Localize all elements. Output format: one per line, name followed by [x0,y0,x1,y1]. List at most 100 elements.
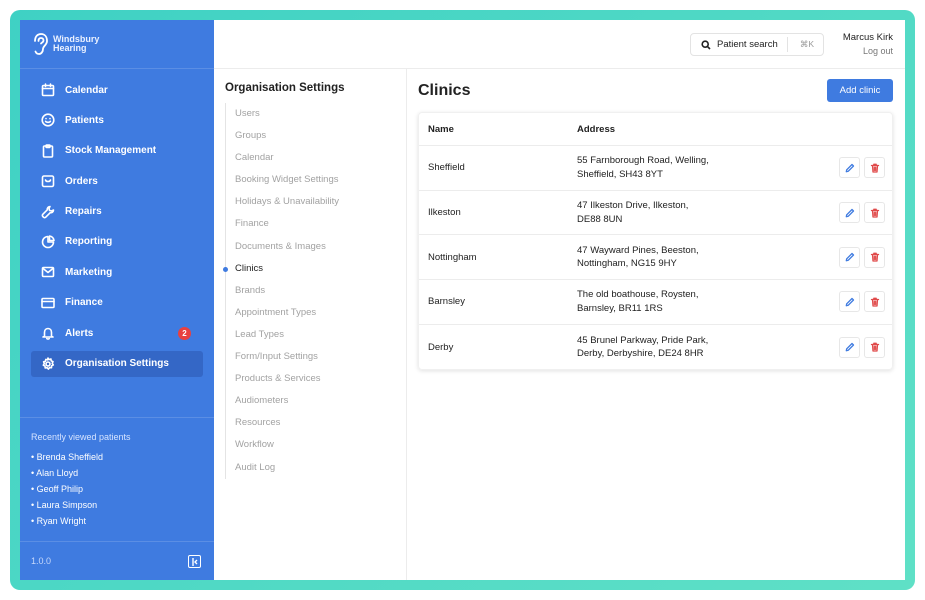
sidebar-item-finance[interactable]: Finance [31,290,203,316]
app-version: 1.0.0 [31,556,52,566]
clinic-name: Derby [419,342,577,353]
settings-item-audiometers[interactable]: Audiometers [226,390,406,412]
search-icon [701,39,711,50]
mail-icon [41,265,55,279]
top-bar: Patient search ⌘K Marcus Kirk Log out [214,20,905,69]
table-header: Name Address [419,113,892,146]
search-label: Patient search [717,39,778,50]
brand-logo[interactable]: Windsbury Hearing [20,20,214,68]
sidebar-item-patients[interactable]: Patients [31,107,203,133]
smile-icon [41,113,55,127]
row-actions [839,336,892,358]
sidebar-item-organisation-settings[interactable]: Organisation Settings [31,350,203,377]
trash-icon [870,252,879,262]
wrench-icon [41,205,55,219]
sidebar-item-calendar[interactable]: Calendar [31,77,203,103]
credit-card-icon [41,296,55,310]
edit-clinic-button[interactable] [839,291,860,313]
pencil-icon [845,208,854,217]
sidebar-item-label: Marketing [65,266,113,278]
gear-icon [41,356,55,371]
edit-clinic-button[interactable] [839,246,860,268]
clinics-header: Clinics Add clinic [418,69,893,112]
edit-clinic-button[interactable] [839,157,860,179]
clinic-name: Sheffield [419,162,577,173]
brand-name: Windsbury Hearing [53,35,99,53]
settings-item-calendar[interactable]: Calendar [226,147,406,169]
user-menu: Marcus Kirk Log out [843,32,893,58]
recent-patient-link[interactable]: • Ryan Wright [31,513,203,529]
content-area: Organisation Settings Users Groups Calen… [214,69,905,580]
recent-patient-link[interactable]: • Brenda Sheffield [31,449,203,465]
search-shortcut: ⌘K [799,39,814,49]
settings-item-brands[interactable]: Brands [226,280,406,302]
recent-patient-link[interactable]: • Laura Simpson [31,497,203,513]
clinic-name-text: Derby [428,341,454,353]
collapse-sidebar-button[interactable] [188,555,201,568]
settings-item-form-input[interactable]: Form/Input Settings [226,346,406,368]
calendar-icon [41,83,55,97]
settings-item-groups[interactable]: Groups [226,125,406,147]
settings-item-booking-widget[interactable]: Booking Widget Settings [226,169,406,191]
logout-link[interactable]: Log out [843,44,893,58]
settings-item-resources[interactable]: Resources [226,412,406,434]
delete-clinic-button[interactable] [864,157,885,179]
address-line-2: Sheffield, SH43 8YT [577,168,663,180]
settings-item-audit-log[interactable]: Audit Log [226,457,406,479]
address-line-1: 47 Wayward Pines, Beeston, [577,244,699,256]
sidebar-item-reporting[interactable]: Reporting [31,229,203,255]
delete-clinic-button[interactable] [864,202,885,224]
settings-item-documents[interactable]: Documents & Images [226,236,406,258]
recent-patient-link[interactable]: • Geoff Philip [31,481,203,497]
add-clinic-button[interactable]: Add clinic [827,79,893,102]
sidebar-item-stock-management[interactable]: Stock Management [31,138,203,164]
recently-viewed-patients: Recently viewed patients • Brenda Sheffi… [31,432,203,529]
sidebar: Windsbury Hearing Calendar Patients Stoc… [20,20,214,580]
delete-clinic-button[interactable] [864,291,885,313]
sidebar-item-marketing[interactable]: Marketing [31,259,203,285]
clinic-name-text: Nottingham [428,251,477,263]
sidebar-item-label: Patients [65,114,104,126]
address-line-1: 47 Ilkeston Drive, Ilkeston, [577,200,689,212]
sidebar-item-label: Alerts [65,327,94,339]
patient-search-button[interactable]: Patient search ⌘K [690,33,824,56]
pencil-icon [845,163,854,173]
recent-patient-link[interactable]: • Alan Lloyd [31,465,203,481]
user-name: Marcus Kirk [842,32,893,43]
trash-icon [870,208,879,218]
edit-clinic-button[interactable] [839,202,860,224]
recent-title: Recently viewed patients [31,432,131,442]
clinic-address: 45 Brunel Parkway, Pride Park, Derby, Der… [577,334,839,361]
pencil-icon [845,253,854,262]
settings-item-lead-types[interactable]: Lead Types [226,324,406,346]
clinic-address: The old boathouse, Roysten, Barnsley, BR1… [577,288,839,315]
column-header-address: Address [577,123,616,135]
row-actions [839,202,892,224]
sidebar-item-label: Finance [65,297,103,309]
settings-menu: Organisation Settings Users Groups Calen… [214,69,407,580]
settings-item-users[interactable]: Users [226,103,406,125]
delete-clinic-button[interactable] [864,336,885,358]
row-actions [839,291,892,313]
settings-item-products-services[interactable]: Products & Services [226,368,406,390]
settings-item-workflow[interactable]: Workflow [226,434,406,456]
sidebar-nav: Calendar Patients Stock Management Order… [31,77,203,381]
sidebar-item-repairs[interactable]: Repairs [31,199,203,225]
sidebar-item-alerts[interactable]: Alerts 2 [31,320,203,346]
sidebar-item-orders[interactable]: Orders [31,168,203,194]
settings-item-appointment-types[interactable]: Appointment Types [226,302,406,324]
row-actions [839,157,892,179]
main-area: Patient search ⌘K Marcus Kirk Log out Or… [214,20,905,580]
delete-clinic-button[interactable] [864,246,885,268]
edit-clinic-button[interactable] [839,336,860,358]
settings-item-clinics[interactable]: Clinics [223,258,406,280]
clipboard-icon [41,143,55,158]
settings-item-finance[interactable]: Finance [226,213,406,235]
table-row: Sheffield 55 Farnborough Road, Welling, S… [419,146,892,191]
settings-item-holidays[interactable]: Holidays & Unavailability [226,191,406,213]
brand-line-2: Hearing [53,43,87,53]
table-row: Derby 45 Brunel Parkway, Pride Park, Derb… [419,325,892,370]
address-line-1: The old boathouse, Roysten, [577,289,699,301]
address-line-2: Barnsley, BR11 1RS [577,302,663,314]
sidebar-divider [20,541,214,542]
